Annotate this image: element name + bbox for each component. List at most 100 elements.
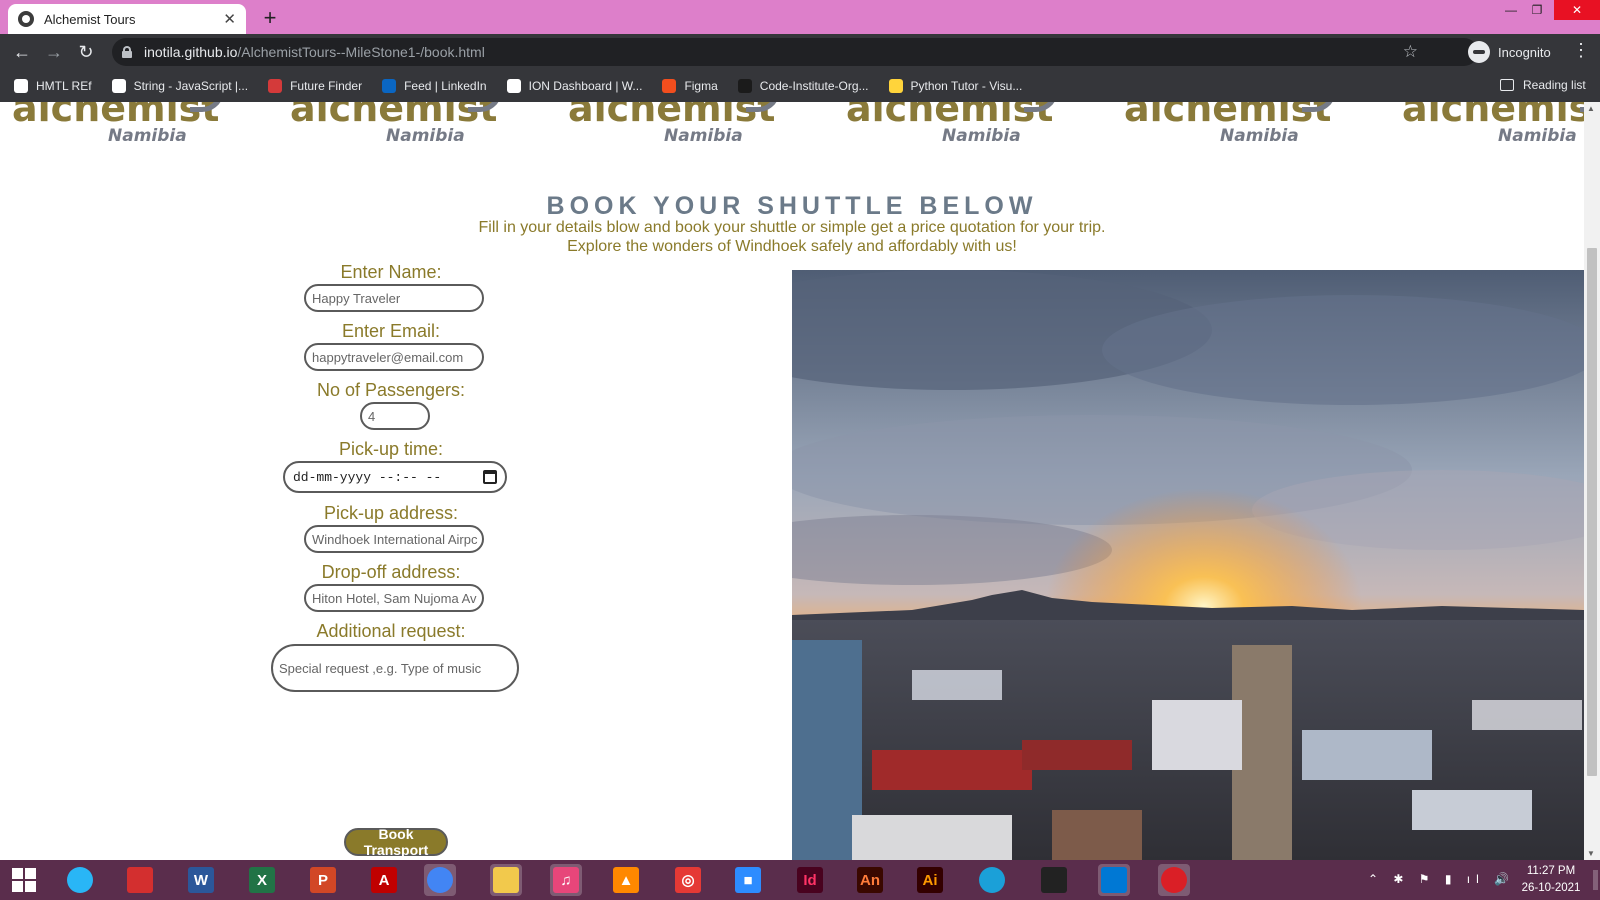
taskbar-animate-icon[interactable]: An — [854, 864, 886, 896]
incognito-icon — [1468, 41, 1490, 63]
bookmark-favicon-icon — [382, 79, 397, 93]
taskbar-app-glyph — [1041, 867, 1067, 893]
minimize-button[interactable]: — — [1498, 0, 1524, 20]
bookmark-item[interactable]: HMTL REf — [14, 79, 92, 93]
taskbar-acrobat-icon[interactable]: A — [368, 864, 400, 896]
alchemist-logo: alchemistNamibia — [12, 102, 242, 146]
taskbar-app-glyph — [493, 867, 519, 893]
taskbar-app-red-icon[interactable] — [124, 864, 156, 896]
logo-wordmark: alchemist — [1402, 102, 1584, 130]
taskbar-app-glyph: Ai — [917, 867, 943, 893]
taskbar-chrome-icon[interactable] — [424, 864, 456, 896]
bookmark-label: Figma — [684, 79, 718, 93]
taskbar-vlc-icon[interactable]: ▲ — [610, 864, 642, 896]
pickup-time-input[interactable]: dd-mm-yyyy --:-- -- — [283, 461, 507, 493]
tab-title: Alchemist Tours — [44, 11, 136, 27]
taskbar-app-dark-icon[interactable] — [1038, 864, 1070, 896]
taskbar-app-glyph — [67, 867, 93, 893]
bookmark-label: ION Dashboard | W... — [528, 79, 643, 93]
taskbar-edge-icon[interactable] — [976, 864, 1008, 896]
dropoff-address-label: Drop-off address: — [321, 562, 461, 582]
bookmark-item[interactable]: String - JavaScript |... — [111, 79, 249, 93]
passengers-input[interactable]: 4 — [360, 402, 430, 430]
forward-arrow-icon[interactable]: → — [38, 36, 70, 68]
calendar-icon[interactable] — [483, 470, 497, 484]
taskbar-creative-cloud-icon[interactable] — [1158, 864, 1190, 896]
taskbar-app-glyph: ▲ — [613, 867, 639, 893]
logo-subtitle: Namibia — [1498, 126, 1577, 146]
scroll-up-arrow-icon[interactable]: ▲ — [1587, 104, 1595, 113]
address-bar[interactable]: inotila.github.io/AlchemistTours--MileSt… — [112, 38, 1478, 66]
pickup-time-label: Pick-up time: — [338, 439, 444, 459]
incognito-label: Incognito — [1498, 44, 1551, 60]
name-input[interactable]: Happy Traveler — [304, 284, 484, 312]
page-scrollbar[interactable]: ▲ ▼ — [1584, 102, 1600, 860]
taskbar-file-explorer-icon[interactable] — [490, 864, 522, 896]
pickup-address-input[interactable]: Windhoek International Airpc — [304, 525, 484, 553]
taskbar-app-glyph: ■ — [735, 867, 761, 893]
bookmark-item[interactable]: Future Finder — [268, 79, 362, 93]
pickup-address-label: Pick-up address: — [323, 503, 459, 523]
taskbar-app-blue-icon[interactable] — [64, 864, 96, 896]
reading-list-button[interactable]: Reading list — [1500, 78, 1586, 92]
email-input[interactable]: happytraveler@email.com — [304, 343, 484, 371]
windhoek-sunset-photo — [792, 270, 1584, 860]
bookmark-item[interactable]: ION Dashboard | W... — [506, 79, 643, 93]
bookmark-item[interactable]: Code-Institute-Org... — [737, 79, 869, 93]
logo-banner: alchemist Namibia alchemist Namibia alchemis… — [0, 102, 1584, 150]
close-tab-icon[interactable]: ✕ — [223, 10, 236, 28]
browser-toolbar: ← → ↻ inotila.github.io/AlchemistTours--… — [0, 34, 1600, 70]
taskbar-excel-icon[interactable]: X — [246, 864, 278, 896]
system-clock[interactable]: 11:27 PM 26-10-2021 — [1510, 863, 1592, 897]
dropoff-address-input[interactable]: Hiton Hotel, Sam Nujoma Av — [304, 584, 484, 612]
scroll-down-arrow-icon[interactable]: ▼ — [1587, 849, 1595, 858]
taskbar-app-glyph — [1101, 867, 1127, 893]
new-tab-button[interactable]: + — [258, 5, 282, 31]
bookmark-label: Python Tutor - Visu... — [910, 79, 1023, 93]
intro-line-2: Explore the wonders of Windhoek safely a… — [567, 238, 1017, 255]
taskbar-app-glyph — [127, 867, 153, 893]
bookmark-item[interactable]: Feed | LinkedIn — [382, 79, 487, 93]
scrollbar-thumb[interactable] — [1587, 248, 1597, 776]
bookmark-favicon-icon — [268, 79, 283, 93]
bookmark-item[interactable]: Python Tutor - Visu... — [888, 79, 1023, 93]
alchemist-logo: alchemistNamibia — [290, 102, 520, 146]
taskbar-illustrator-icon[interactable]: Ai — [914, 864, 946, 896]
bookmark-label: HMTL REf — [36, 79, 92, 93]
bookmark-favicon-icon — [662, 79, 677, 93]
bookmark-label: Code-Institute-Org... — [759, 79, 869, 93]
taskbar-windows-start-icon[interactable] — [8, 864, 40, 896]
alchemist-logo: alchemistNamibia — [1124, 102, 1354, 146]
taskbar-itunes-icon[interactable]: ♫ — [550, 864, 582, 896]
taskbar-app-glyph: ♫ — [553, 867, 579, 893]
book-transport-button[interactable]: Book Transport — [344, 826, 448, 858]
windows-taskbar: ⌃ ✱ ⚑ ▮ ıl 🔊 11:27 PM 26-10-2021 W X P A ♫ ▲ ◎… — [0, 860, 1600, 900]
back-arrow-icon[interactable]: ← — [6, 36, 38, 68]
page-heading: BOOK YOUR SHUTTLE BELOW — [546, 192, 1038, 220]
incognito-indicator[interactable]: Incognito — [1468, 41, 1551, 63]
bookmark-favicon-icon — [14, 79, 28, 93]
taskbar-app-target-icon[interactable]: ◎ — [672, 864, 704, 896]
browser-tab[interactable]: Alchemist Tours ✕ — [8, 4, 246, 34]
taskbar-app-glyph: P — [310, 867, 336, 893]
show-desktop-button[interactable] — [1593, 870, 1598, 890]
taskbar-vscode-icon[interactable] — [1098, 864, 1130, 896]
maximize-button[interactable]: ❐ — [1524, 0, 1550, 20]
bookmark-label: String - JavaScript |... — [133, 79, 249, 93]
browser-menu-icon[interactable]: ⋮ — [1572, 40, 1590, 61]
taskbar-indesign-icon[interactable]: Id — [794, 864, 826, 896]
taskbar-powerpoint-icon[interactable]: P — [307, 864, 339, 896]
close-window-button[interactable]: ✕ — [1554, 0, 1600, 20]
bookmark-item[interactable]: Figma — [662, 79, 718, 93]
bookmark-star-icon[interactable]: ☆ — [1403, 42, 1418, 62]
request-textarea[interactable]: Special request ,e.g. Type of music — [271, 644, 519, 692]
bookmark-favicon-icon — [737, 79, 752, 93]
taskbar-word-icon[interactable]: W — [185, 864, 217, 896]
lock-icon[interactable] — [122, 46, 132, 58]
system-tray-icons[interactable]: ⌃ ✱ ⚑ ▮ ıl 🔊 — [1368, 872, 1515, 886]
reload-icon[interactable]: ↻ — [70, 36, 102, 68]
bookmark-label: Feed | LinkedIn — [404, 79, 487, 93]
taskbar-zoom-icon[interactable]: ■ — [732, 864, 764, 896]
taskbar-app-glyph: X — [249, 867, 275, 893]
intro-text: Fill in your details blow and book your … — [0, 218, 1584, 256]
